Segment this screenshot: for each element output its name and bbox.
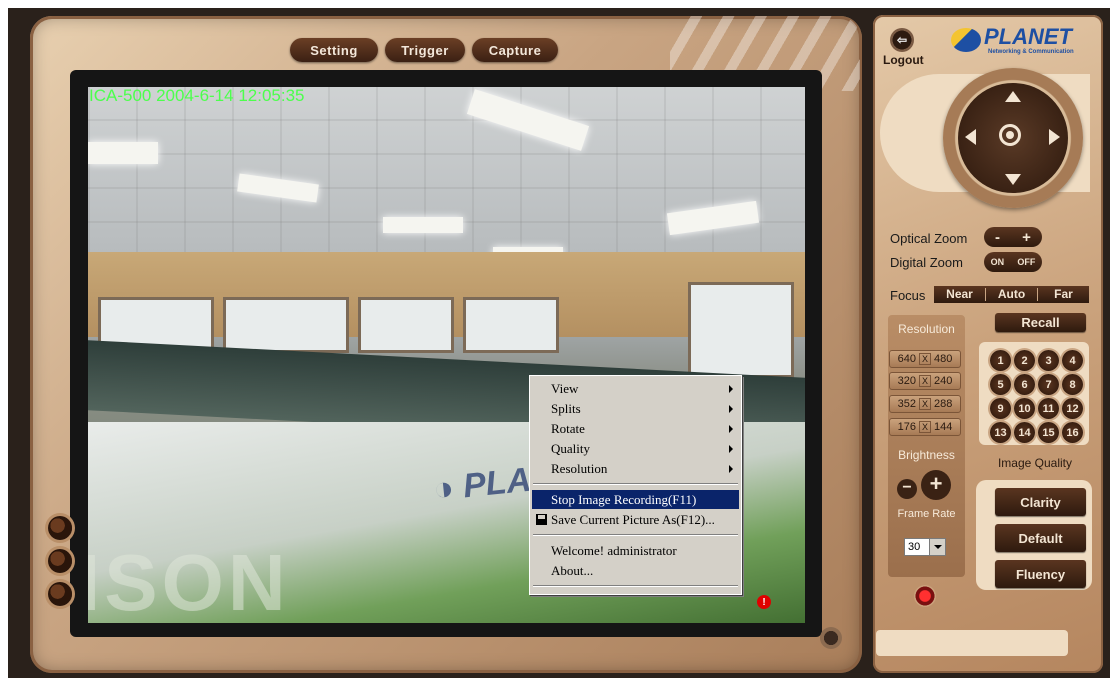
brightness-title: Brightness	[898, 448, 955, 462]
submenu-arrow-icon	[729, 405, 733, 413]
submenu-arrow-icon	[729, 465, 733, 473]
logout-icon[interactable]: ⇦	[890, 28, 914, 52]
floppy-icon	[536, 514, 547, 525]
alarm-icon[interactable]	[914, 585, 936, 607]
pan-up-icon[interactable]	[1005, 91, 1021, 102]
preset-button-10[interactable]: 10	[1014, 398, 1035, 419]
corner-knob	[820, 627, 842, 649]
digital-zoom-on[interactable]: ON	[988, 257, 1008, 267]
brightness-up-button[interactable]: +	[921, 470, 951, 500]
resolution-352x288-button[interactable]: 352 X 288	[889, 395, 961, 413]
menu-item-save-picture[interactable]: Save Current Picture As(F12)...	[532, 510, 739, 529]
frame-rate-select[interactable]: 30	[904, 538, 946, 556]
preset-button-5[interactable]: 5	[990, 374, 1011, 395]
brand-tagline: Networking & Communication	[988, 49, 1074, 55]
preset-button-6[interactable]: 6	[1014, 374, 1035, 395]
digital-zoom-toggle: ON OFF	[984, 252, 1042, 272]
preset-button-13[interactable]: 13	[990, 422, 1011, 443]
preset-button-3[interactable]: 3	[1038, 350, 1059, 371]
digital-zoom-label: Digital Zoom	[890, 255, 963, 270]
dropdown-arrow-icon[interactable]	[929, 539, 945, 555]
logout-label[interactable]: Logout	[883, 53, 924, 67]
side-knob-1	[48, 516, 72, 540]
globe-icon	[951, 28, 981, 52]
menu-item-splits[interactable]: Splits	[532, 399, 739, 418]
submenu-arrow-icon	[729, 385, 733, 393]
preset-button-9[interactable]: 9	[990, 398, 1011, 419]
preset-button-11[interactable]: 11	[1038, 398, 1059, 419]
submenu-arrow-icon	[729, 445, 733, 453]
menu-item-welcome[interactable]: Welcome! administrator	[532, 541, 739, 560]
pan-right-icon[interactable]	[1049, 129, 1060, 145]
setting-button[interactable]: Setting	[290, 38, 378, 62]
image-quality-title: Image Quality	[997, 456, 1073, 470]
focus-control: Near Auto Far	[934, 286, 1089, 303]
preset-button-1[interactable]: 1	[990, 350, 1011, 371]
optical-zoom-label: Optical Zoom	[890, 231, 968, 246]
preset-button-7[interactable]: 7	[1038, 374, 1059, 395]
context-menu: View Splits Rotate Quality Resolution St…	[529, 375, 742, 595]
zoom-out-button[interactable]: -	[992, 229, 1003, 246]
zoom-in-button[interactable]: +	[1019, 229, 1034, 246]
side-knob-3	[48, 582, 72, 606]
focus-near-button[interactable]: Near	[934, 286, 985, 303]
capture-button[interactable]: Capture	[472, 38, 558, 62]
menu-separator	[533, 585, 738, 587]
fluency-button[interactable]: Fluency	[995, 560, 1086, 588]
frame-rate-title: Frame Rate	[897, 508, 956, 520]
brightness-down-button[interactable]: −	[897, 479, 917, 499]
focus-far-button[interactable]: Far	[1038, 286, 1089, 303]
preset-button-14[interactable]: 14	[1014, 422, 1035, 443]
preset-button-8[interactable]: 8	[1062, 374, 1083, 395]
focus-auto-button[interactable]: Auto	[986, 286, 1037, 303]
menu-item-stop-recording[interactable]: Stop Image Recording(F11)	[532, 490, 739, 509]
recall-button[interactable]: Recall	[995, 313, 1086, 332]
menu-item-quality[interactable]: Quality	[532, 439, 739, 458]
resolution-320x240-button[interactable]: 320 X 240	[889, 372, 961, 390]
clarity-button[interactable]: Clarity	[995, 488, 1086, 516]
menu-item-resolution[interactable]: Resolution	[532, 459, 739, 478]
trigger-button[interactable]: Trigger	[385, 38, 465, 62]
bottom-strip	[876, 630, 1068, 656]
side-knob-2	[48, 549, 72, 573]
focus-label: Focus	[890, 288, 926, 303]
resolution-176x144-button[interactable]: 176 X 144	[889, 418, 961, 436]
pan-left-icon[interactable]	[965, 129, 976, 145]
preset-button-15[interactable]: 15	[1038, 422, 1059, 443]
menu-separator	[533, 534, 738, 536]
resolution-title: Resolution	[898, 322, 955, 336]
banner-text-image: ISON	[88, 538, 290, 623]
brand-name: PLANET	[984, 24, 1072, 49]
menu-item-view[interactable]: View	[532, 379, 739, 398]
menu-item-rotate[interactable]: Rotate	[532, 419, 739, 438]
menu-separator	[533, 483, 738, 485]
pan-down-icon[interactable]	[1005, 174, 1021, 185]
recording-indicator-icon: !	[757, 595, 771, 609]
menu-item-about[interactable]: About...	[532, 561, 739, 580]
optical-zoom-control: - +	[984, 227, 1042, 247]
submenu-arrow-icon	[729, 425, 733, 433]
resolution-640x480-button[interactable]: 640 X 480	[889, 350, 961, 368]
pan-home-icon[interactable]	[999, 124, 1021, 146]
digital-zoom-off[interactable]: OFF	[1014, 257, 1038, 267]
camera-timestamp-overlay: ICA-500 2004-6-14 12:05:35	[89, 86, 305, 105]
preset-button-4[interactable]: 4	[1062, 350, 1083, 371]
default-button[interactable]: Default	[995, 524, 1086, 552]
preset-button-16[interactable]: 16	[1062, 422, 1083, 443]
preset-button-12[interactable]: 12	[1062, 398, 1083, 419]
preset-button-2[interactable]: 2	[1014, 350, 1035, 371]
